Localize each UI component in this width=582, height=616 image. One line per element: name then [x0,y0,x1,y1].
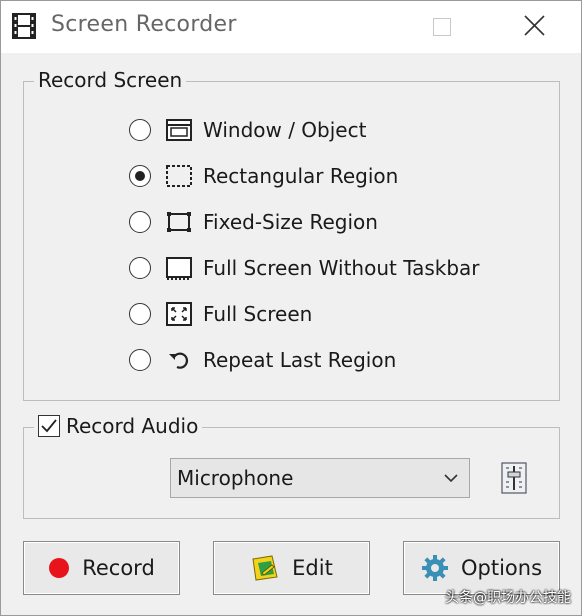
chevron-down-icon [444,474,458,483]
option-window-object[interactable]: Window / Object [129,115,366,145]
option-full-screen[interactable]: Full Screen [129,299,312,329]
fixed-size-region-icon [167,212,191,232]
rectangular-region-icon [166,165,192,187]
edit-button[interactable]: Edit [213,541,370,595]
maximize-button[interactable] [417,1,469,53]
option-rectangular-region[interactable]: Rectangular Region [129,161,398,191]
record-button[interactable]: Record [23,541,180,595]
rectangular-region-label: Rectangular Region [203,164,399,188]
record-button-label: Record [82,556,155,580]
edit-button-label: Edit [292,556,333,580]
options-button-label: Options [460,556,543,580]
watermark: 头条@职场办公技能 [445,590,571,606]
repeat-last-region-icon [169,352,189,369]
window-object-icon [166,119,192,141]
option-fixed-size-region[interactable]: Fixed-Size Region [129,207,378,237]
option-full-screen-without-taskbar[interactable]: Full Screen Without Taskbar [129,253,480,283]
audio-source-select[interactable]: Microphone [170,458,470,498]
repeat-last-region-label: Repeat Last Region [203,348,397,372]
record-audio-checkbox[interactable] [38,415,60,437]
record-audio-legend[interactable]: Record Audio [34,414,203,438]
full-screen-without-taskbar-radio[interactable] [129,257,151,279]
record-screen-group: Record Screen Window / Object Rectangula… [23,68,560,401]
record-audio-group: Record Audio Microphone [23,414,560,519]
film-strip-icon [12,13,36,39]
repeat-last-region-radio[interactable] [129,349,151,371]
fixed-size-region-label: Fixed-Size Region [203,210,378,234]
option-repeat-last-region[interactable]: Repeat Last Region [129,345,396,375]
close-icon [524,15,545,36]
full-screen-without-taskbar-icon [166,257,192,280]
rectangular-region-radio[interactable] [129,165,151,187]
maximize-icon [433,18,451,36]
window-object-radio[interactable] [129,119,151,141]
audio-source-value: Microphone [177,466,294,490]
checkmark-icon [41,419,57,433]
record-dot-icon [49,558,70,578]
full-screen-without-taskbar-label: Full Screen Without Taskbar [203,256,480,280]
screen-recorder-window: Screen Recorder Record Screen Window / O… [0,0,582,616]
full-screen-radio[interactable] [129,303,151,325]
record-screen-legend: Record Screen [34,68,187,92]
gear-icon [421,555,448,581]
volume-mixer-icon[interactable] [500,462,528,494]
window-title: Screen Recorder [51,12,237,37]
record-audio-label: Record Audio [66,414,199,438]
close-button[interactable] [509,1,561,53]
window-object-label: Window / Object [203,118,367,142]
title-bar[interactable]: Screen Recorder [1,1,581,53]
full-screen-icon [166,302,192,326]
edit-film-icon [252,555,278,581]
fixed-size-region-radio[interactable] [129,211,151,233]
full-screen-label: Full Screen [203,302,313,326]
